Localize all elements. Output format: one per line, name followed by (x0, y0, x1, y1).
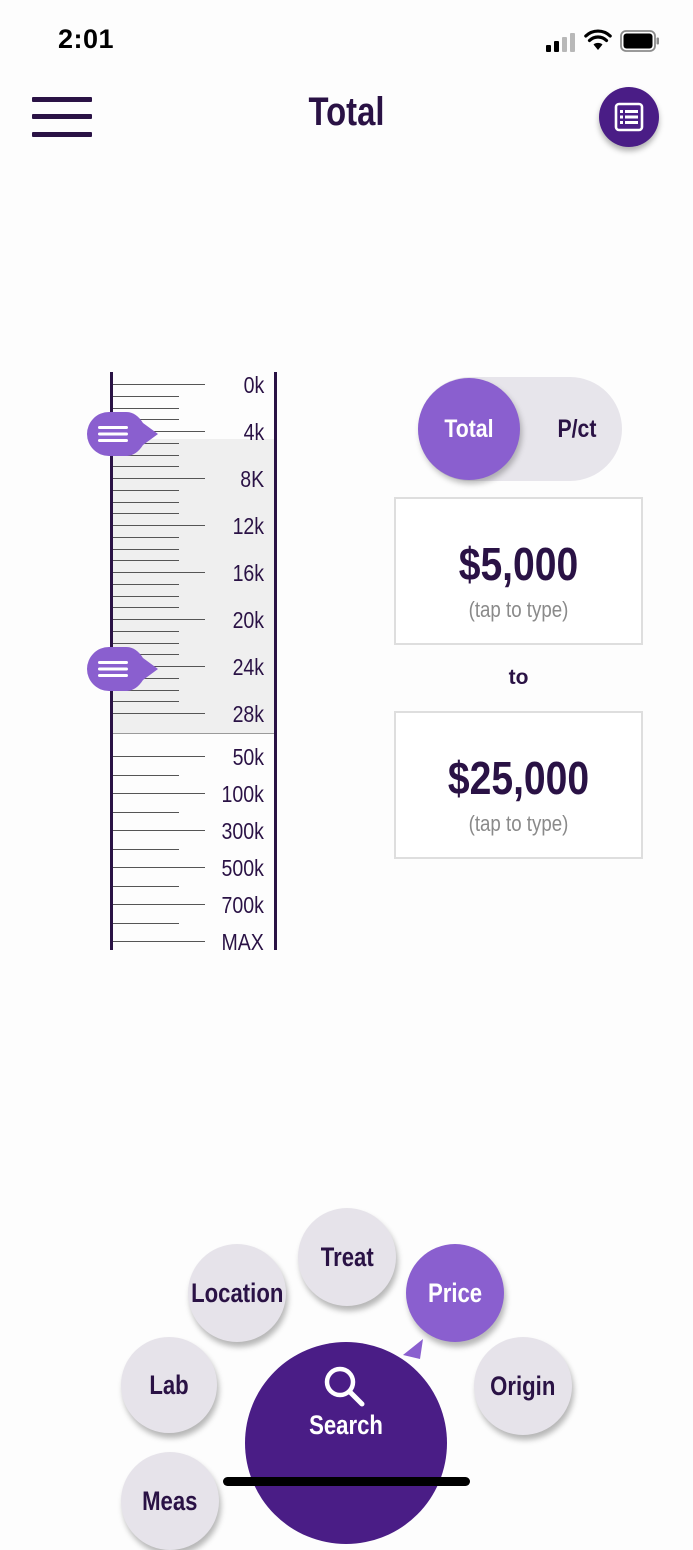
scale-minor-tick (113, 537, 179, 538)
scale-label: 12k (232, 513, 264, 539)
price-mode-toggle[interactable]: P/ct Total (418, 377, 622, 481)
scale-minor-tick (113, 701, 179, 702)
scale-minor-tick (113, 631, 179, 632)
scale-major-tick (113, 867, 205, 868)
scale-label: 300k (221, 818, 264, 844)
min-price-handle[interactable] (86, 411, 160, 457)
filter-treat-button[interactable]: Treat (298, 1208, 396, 1306)
status-time: 2:01 (58, 24, 115, 54)
scale-major-tick (113, 904, 205, 905)
scale-label: 500k (221, 855, 264, 881)
active-filter-pointer-icon (403, 1339, 423, 1359)
home-indicator (223, 1477, 470, 1486)
scale-label: 8K (240, 466, 264, 492)
max-price-handle[interactable] (86, 646, 160, 692)
list-view-button[interactable] (599, 87, 659, 147)
scale-minor-tick (113, 584, 179, 585)
drag-handle-icon (98, 426, 128, 442)
max-price-input[interactable]: $25,000 (tap to type) (394, 711, 643, 859)
slider-track-right (274, 372, 277, 950)
scale-major-tick (113, 713, 205, 714)
scale-major-tick (113, 572, 205, 573)
scale-major-tick (113, 384, 205, 385)
scale-minor-tick (113, 849, 179, 850)
filter-origin-button[interactable]: Origin (474, 1337, 572, 1435)
scale-minor-tick (113, 886, 179, 887)
filter-lab-button[interactable]: Lab (121, 1337, 217, 1433)
scale-label: 700k (221, 892, 264, 918)
scale-minor-tick (113, 775, 179, 776)
status-bar: 2:01 (0, 0, 693, 80)
scale-minor-tick (113, 466, 179, 467)
scale-minor-tick (113, 923, 179, 924)
scale-label: 20k (232, 607, 264, 633)
filter-meas-button[interactable]: Meas (121, 1452, 219, 1550)
scale-minor-tick (113, 396, 179, 397)
scale-label: 50k (232, 744, 264, 770)
scale-minor-tick (113, 560, 179, 561)
scale-minor-tick (113, 490, 179, 491)
scale-label: 16k (232, 560, 264, 586)
scale-major-tick (113, 830, 205, 831)
filter-price-button[interactable]: Price (406, 1244, 504, 1342)
drag-handle-icon (98, 661, 128, 677)
scale-major-tick (113, 619, 205, 620)
max-price-value: $25,000 (447, 752, 590, 804)
cellular-signal-icon (546, 32, 578, 52)
wifi-icon (584, 29, 612, 50)
search-button[interactable]: Search (245, 1342, 447, 1544)
scale-label: 28k (232, 701, 264, 727)
list-icon (614, 102, 644, 132)
scale-minor-tick (113, 643, 179, 644)
scale-major-tick (113, 793, 205, 794)
min-price-hint: (tap to type) (468, 597, 569, 622)
search-label: Search (309, 1410, 383, 1440)
mode-per-carat-option[interactable]: P/ct (532, 377, 622, 481)
scale-minor-tick (113, 607, 179, 608)
scale-minor-tick (113, 596, 179, 597)
mode-total-option[interactable]: Total (418, 378, 520, 480)
scale-label: 0k (243, 372, 264, 398)
page-title: Total (308, 90, 385, 134)
scale-minor-tick (113, 549, 179, 550)
range-to-label: to (508, 666, 529, 689)
scale-minor-tick (113, 502, 179, 503)
scale-label: 100k (221, 781, 264, 807)
scale-minor-tick (113, 408, 179, 409)
scale-label: MAX (221, 929, 264, 955)
scale-major-tick (113, 941, 205, 942)
scale-major-tick (113, 478, 205, 479)
scale-minor-tick (113, 513, 179, 514)
scale-minor-tick (113, 812, 179, 813)
scale-divider (113, 733, 274, 734)
scale-major-tick (113, 525, 205, 526)
max-price-hint: (tap to type) (468, 811, 569, 836)
search-icon (324, 1366, 365, 1407)
min-price-input[interactable]: $5,000 (tap to type) (394, 497, 643, 645)
scale-label: 4k (243, 419, 264, 445)
filter-location-button[interactable]: Location (188, 1244, 286, 1342)
scale-major-tick (113, 756, 205, 757)
battery-icon (620, 30, 659, 52)
scale-label: 24k (232, 654, 264, 680)
min-price-value: $5,000 (458, 538, 579, 590)
